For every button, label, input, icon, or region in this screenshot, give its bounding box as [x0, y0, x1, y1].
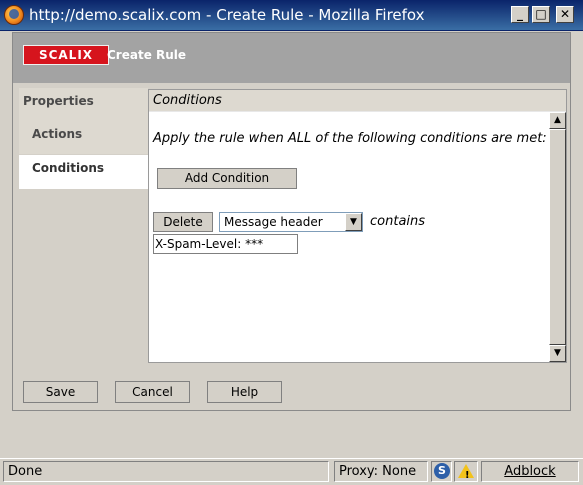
- create-rule-dialog: SCALIX Create Rule Properties Actions Co…: [12, 32, 571, 411]
- nav-item-actions[interactable]: Actions: [19, 121, 148, 154]
- s-icon: S: [434, 463, 450, 479]
- scalix-logo: SCALIX: [23, 45, 109, 65]
- save-button[interactable]: Save: [23, 381, 98, 403]
- rule-description: Apply the rule when ALL of the following…: [153, 131, 547, 146]
- firefox-icon: [4, 5, 24, 25]
- adblock-button[interactable]: Adblock: [481, 461, 579, 482]
- app-header: SCALIX Create Rule: [13, 33, 570, 83]
- condition-field-value: Message header: [224, 215, 323, 229]
- dialog-body: Properties Actions Conditions Conditions…: [13, 83, 570, 410]
- panel-heading: Conditions: [149, 90, 566, 112]
- scroll-thumb[interactable]: [549, 129, 566, 345]
- window-title: http://demo.scalix.com - Create Rule - M…: [29, 6, 425, 24]
- delete-condition-button[interactable]: Delete: [153, 212, 213, 232]
- maximize-button[interactable]: □: [532, 6, 550, 23]
- warning-status-cell[interactable]: !: [454, 461, 478, 482]
- add-condition-button[interactable]: Add Condition: [157, 168, 297, 189]
- condition-field-select[interactable]: Message header ▼: [219, 212, 363, 232]
- help-button[interactable]: Help: [207, 381, 282, 403]
- chevron-down-icon[interactable]: ▼: [345, 213, 362, 231]
- arrow-down-icon[interactable]: ▼: [549, 345, 566, 362]
- minimize-button[interactable]: _: [511, 6, 529, 23]
- status-bar: Done Proxy: None S ! Adblock: [0, 458, 583, 485]
- arrow-up-icon[interactable]: ▲: [549, 112, 566, 129]
- conditions-panel: Conditions Apply the rule when ALL of th…: [148, 89, 567, 363]
- proxy-status[interactable]: Proxy: None: [334, 461, 428, 482]
- close-button[interactable]: ✕: [556, 6, 574, 23]
- page-title: Create Rule: [107, 48, 187, 62]
- s-status-cell[interactable]: S: [431, 461, 452, 482]
- window-titlebar: http://demo.scalix.com - Create Rule - M…: [0, 0, 583, 31]
- condition-operator: contains: [370, 214, 426, 229]
- nav-item-conditions[interactable]: Conditions: [19, 155, 149, 189]
- condition-value-input[interactable]: X-Spam-Level: ***: [153, 234, 298, 254]
- status-text: Done: [3, 461, 329, 482]
- vertical-scrollbar[interactable]: ▲ ▼: [549, 112, 566, 362]
- cancel-button[interactable]: Cancel: [115, 381, 190, 403]
- nav-item-properties[interactable]: Properties: [19, 88, 148, 121]
